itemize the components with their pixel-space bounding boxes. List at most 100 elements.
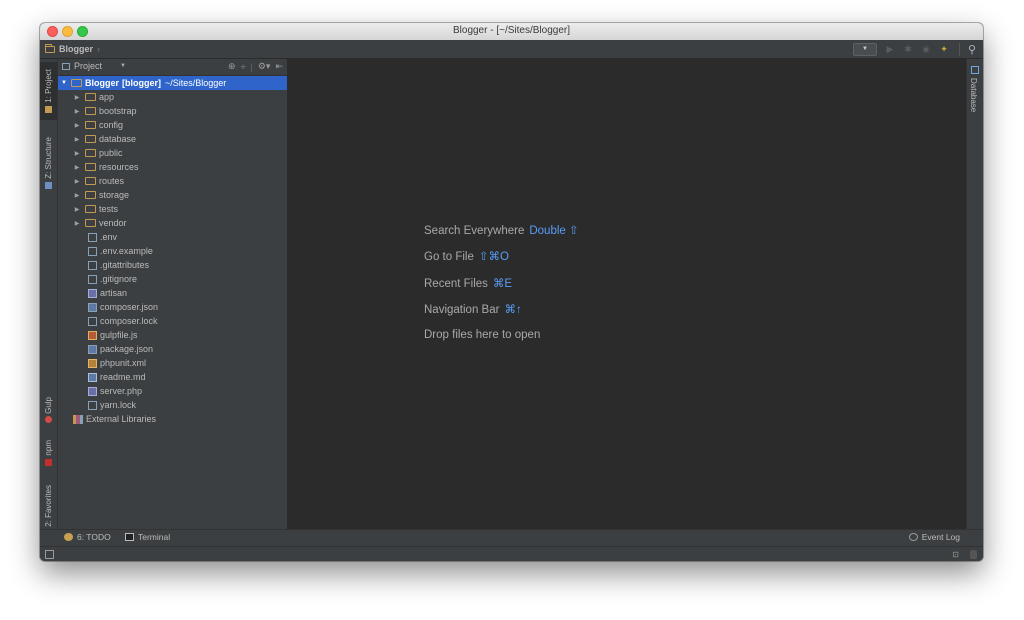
structure-icon: [45, 181, 52, 189]
toggle-tool-windows-icon[interactable]: [45, 550, 54, 559]
external-libraries-label: External Libraries: [86, 414, 157, 424]
tab-structure[interactable]: Z: Structure: [40, 129, 57, 197]
tree-file[interactable]: gulpfile.js: [58, 328, 287, 342]
tree-file[interactable]: .gitattributes: [58, 258, 287, 272]
tree-file[interactable]: server.php: [58, 384, 287, 398]
tree-file[interactable]: .env.example: [58, 244, 287, 258]
expand-arrow-icon[interactable]: ▼: [60, 80, 68, 86]
gear-icon[interactable]: ⚙▾: [258, 61, 271, 72]
text-file-icon: [88, 232, 97, 242]
memory-indicator-icon[interactable]: [970, 550, 977, 559]
run-configuration-dropdown[interactable]: ▼: [853, 42, 877, 56]
collapsed-arrow-icon[interactable]: ▶: [73, 206, 81, 213]
toolbar-divider: |: [250, 61, 253, 72]
tree-file[interactable]: composer.lock: [58, 314, 287, 328]
tab-structure-label: Z: Structure: [44, 137, 53, 179]
tree-folder[interactable]: ▶ public: [58, 146, 287, 160]
tab-database[interactable]: Database: [969, 78, 978, 112]
coverage-icon[interactable]: ◉: [919, 42, 933, 56]
tab-npm-label: npm: [44, 440, 53, 456]
title-bar: Blogger - [~/Sites/Blogger]: [40, 23, 983, 41]
file-label: package.json: [100, 344, 154, 354]
tree-folder[interactable]: ▶ resources: [58, 160, 287, 174]
project-view-icon: [62, 62, 70, 70]
folder-icon: [85, 121, 96, 129]
project-view-selector[interactable]: Project ▼: [62, 61, 126, 71]
tree-file[interactable]: phpunit.xml: [58, 356, 287, 370]
folder-label: public: [99, 148, 123, 158]
tree-folder[interactable]: ▶ storage: [58, 188, 287, 202]
text-file-icon: [88, 400, 97, 410]
xml-file-icon: [88, 358, 97, 368]
tree-folder[interactable]: ▶ bootstrap: [58, 104, 287, 118]
gulp-icon: [45, 416, 52, 424]
tab-todo-label: 6: TODO: [77, 532, 111, 542]
file-label: phpunit.xml: [100, 358, 147, 368]
vcs-icon[interactable]: ✦: [937, 42, 951, 56]
left-tool-strip: 1: Project Z: Structure Gulp npm 2: Favo…: [40, 59, 58, 537]
tree-file[interactable]: yarn.lock: [58, 398, 287, 412]
collapsed-arrow-icon[interactable]: ▶: [73, 192, 81, 199]
editor-area[interactable]: Search Everywhere Double ⇧ Go to File ⇧⌘O …: [287, 59, 967, 529]
hint-drop-files: Drop files here to open: [424, 329, 540, 341]
collapsed-arrow-icon[interactable]: ▶: [73, 164, 81, 171]
collapsed-arrow-icon[interactable]: ▶: [73, 94, 81, 101]
debug-icon[interactable]: ✱: [901, 42, 915, 56]
tree-folder[interactable]: ▶ config: [58, 118, 287, 132]
tree-file[interactable]: package.json: [58, 342, 287, 356]
tab-event-log[interactable]: Event Log: [908, 532, 960, 542]
text-file-icon: [88, 274, 97, 284]
tree-folder[interactable]: ▶ tests: [58, 202, 287, 216]
lock-icon[interactable]: ⊡: [952, 550, 959, 559]
tree-external-libraries[interactable]: External Libraries: [58, 412, 287, 426]
tab-project-label: 1: Project: [44, 69, 53, 103]
tree-root[interactable]: ▼ Blogger [blogger] ~/Sites/Blogger: [58, 76, 287, 90]
folder-label: vendor: [99, 218, 127, 228]
tree-folder[interactable]: ▶ routes: [58, 174, 287, 188]
hint-shortcut: ⌘↑: [504, 304, 522, 316]
breadcrumb[interactable]: Blogger ›: [45, 43, 100, 55]
tree-folder[interactable]: ▶ vendor: [58, 216, 287, 230]
collapsed-arrow-icon[interactable]: ▶: [73, 178, 81, 185]
tab-gulp[interactable]: Gulp: [40, 391, 57, 429]
project-panel-title: Project: [74, 61, 103, 71]
tab-project[interactable]: 1: Project: [40, 62, 57, 120]
collapsed-arrow-icon[interactable]: ▶: [73, 136, 81, 143]
tree-file[interactable]: readme.md: [58, 370, 287, 384]
folder-list: ▶ app ▶ bootstrap ▶ config ▶ database ▶ publi…: [58, 90, 287, 230]
chevron-down-icon: ▼: [862, 46, 868, 52]
file-label: gulpfile.js: [100, 330, 138, 340]
collapsed-arrow-icon[interactable]: ▶: [73, 150, 81, 157]
tree-file[interactable]: composer.json: [58, 300, 287, 314]
tab-terminal[interactable]: Terminal: [125, 532, 170, 542]
hint-label: Search Everywhere: [424, 225, 525, 237]
tree-folder[interactable]: ▶ app: [58, 90, 287, 104]
todo-icon: [64, 533, 73, 541]
collapsed-arrow-icon[interactable]: ▶: [73, 108, 81, 115]
search-icon[interactable]: ⚲: [964, 41, 980, 57]
tab-event-log-label: Event Log: [921, 532, 960, 542]
collapsed-arrow-icon[interactable]: ▶: [73, 220, 81, 227]
database-icon: [971, 66, 979, 74]
hide-panel-icon[interactable]: ⇤: [275, 61, 283, 72]
tree-file[interactable]: artisan: [58, 286, 287, 300]
tab-npm[interactable]: npm: [40, 435, 57, 471]
text-file-icon: [88, 246, 97, 256]
project-tree: ▼ Blogger [blogger] ~/Sites/Blogger ▶ app…: [58, 76, 287, 426]
tree-file[interactable]: .env: [58, 230, 287, 244]
json-file-icon: [88, 302, 97, 312]
collapsed-arrow-icon[interactable]: ▶: [73, 122, 81, 129]
file-label: readme.md: [100, 372, 146, 382]
collapse-all-icon[interactable]: ÷: [241, 62, 246, 72]
run-icon[interactable]: ▶: [883, 42, 897, 56]
file-label: server.php: [100, 386, 143, 396]
hint-label: Drop files here to open: [424, 329, 541, 341]
tab-todo[interactable]: 6: TODO: [64, 532, 111, 542]
script-file-icon: [88, 288, 97, 298]
folder-icon: [85, 191, 96, 199]
project-panel: Project ▼ ⊕ ÷ | ⚙▾ ⇤ ▼ Blogger [blogger]…: [58, 59, 287, 529]
folder-label: app: [99, 92, 115, 102]
tree-folder[interactable]: ▶ database: [58, 132, 287, 146]
tree-file[interactable]: .gitignore: [58, 272, 287, 286]
scroll-from-source-icon[interactable]: ⊕: [228, 61, 236, 72]
